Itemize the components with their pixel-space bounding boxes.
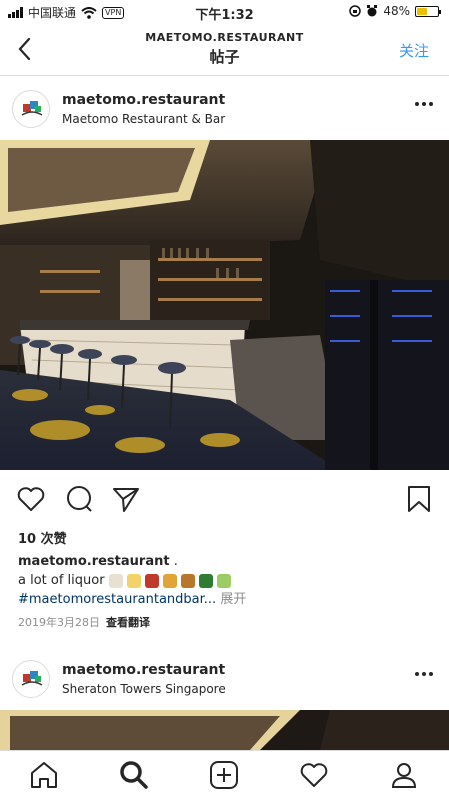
post-location[interactable]: Sheraton Towers Singapore [62,682,226,696]
post-username[interactable]: maetomo.restaurant [62,662,225,678]
avatar[interactable] [12,90,50,128]
cocktail-emoji-icon [216,573,231,588]
champagne-emoji-icon [126,573,141,588]
caption-username[interactable]: maetomo.restaurant [18,554,170,569]
status-bar: 中国联通 VPN 下午1:32 48% [0,0,449,24]
like-count[interactable]: 10 次赞 [18,528,67,547]
home-icon[interactable] [28,759,60,791]
battery-icon [415,5,441,17]
next-bar-image [0,710,449,750]
more-options-icon[interactable] [415,102,433,106]
post-photo[interactable] [0,140,449,470]
boot-emoji-icon [108,573,123,588]
nav-titles: MAETOMO.RESTAURANT 帖子 [0,31,449,67]
more-options-icon[interactable] [415,672,433,676]
caption-suffix: . [169,554,178,569]
bottom-tab-bar [0,750,449,800]
lock-rotation-icon [349,5,362,17]
send-icon[interactable] [111,484,141,514]
status-right: 48% [349,4,441,18]
follow-button[interactable]: 关注 [399,40,429,61]
add-post-icon[interactable] [208,759,240,791]
hashtag-link[interactable]: #maetomorestaurantandbar... [18,592,216,607]
beer-emoji-icon [162,573,177,588]
search-icon[interactable] [118,759,150,791]
whisky-emoji-icon [180,573,195,588]
battery-percent: 48% [383,4,410,18]
translate-button[interactable]: 查看翻译 [106,616,150,629]
post-meta: 2019年3月28日 查看翻译 [18,614,150,630]
activity-heart-icon[interactable] [298,759,330,791]
caption-text: a lot of liquor [18,573,105,588]
next-post-photo[interactable] [0,710,449,750]
page-title: 帖子 [209,48,240,66]
post-location[interactable]: Maetomo Restaurant & Bar [62,112,225,126]
heart-icon[interactable] [16,484,46,514]
maetomo-logo-icon [21,671,43,686]
post-actions [0,478,449,524]
post-header: maetomo.restaurant Maetomo Restaurant & … [0,78,449,138]
next-post-header: maetomo.restaurant Sheraton Towers Singa… [0,648,449,708]
alarm-icon [367,5,378,17]
nav-subtitle: MAETOMO.RESTAURANT [145,31,304,44]
expand-caption-button[interactable]: 展开 [220,592,246,607]
caption-line: a lot of liquor [18,571,438,590]
caption: maetomo.restaurant . a lot of liquor #ma… [18,552,438,609]
post-date: 2019年3月28日 [18,616,100,629]
bottle-emoji-icon [198,573,213,588]
bookmark-icon[interactable] [404,484,434,514]
maetomo-logo-icon [21,101,43,116]
profile-icon[interactable] [388,759,420,791]
nav-header: MAETOMO.RESTAURANT 帖子 关注 [0,24,449,76]
post-username[interactable]: maetomo.restaurant [62,92,225,108]
bar-interior-image [0,140,449,470]
comment-icon[interactable] [64,484,94,514]
avatar[interactable] [12,660,50,698]
wine-glass-emoji-icon [144,573,159,588]
